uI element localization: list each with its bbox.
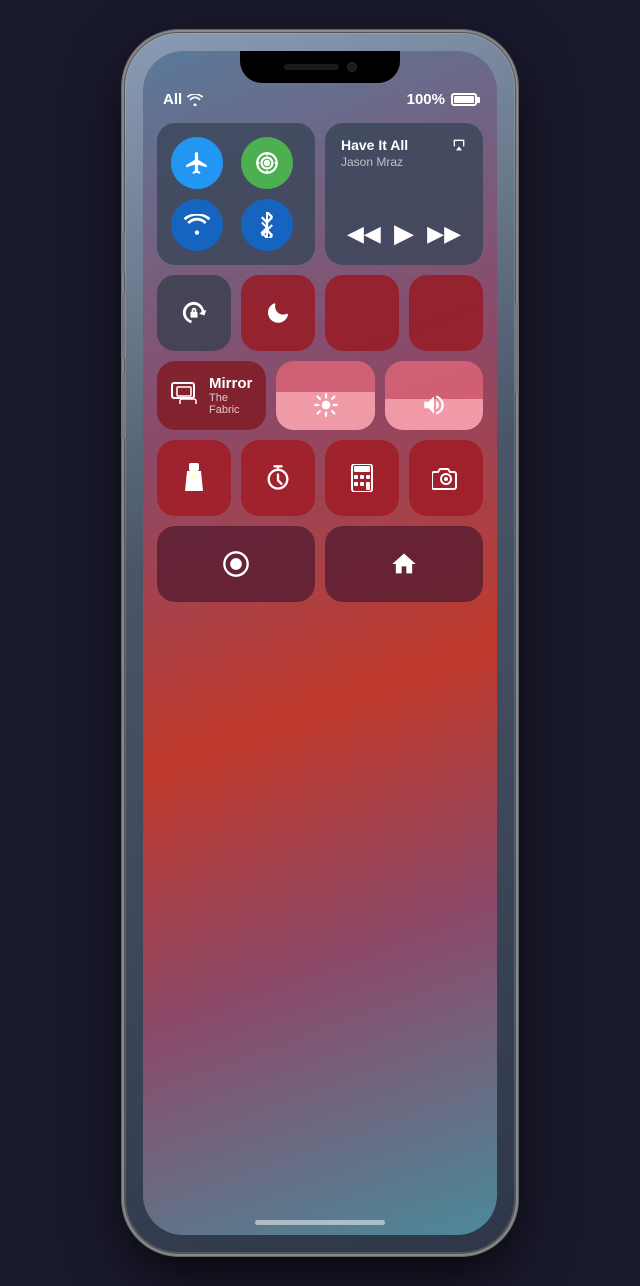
- notch: [240, 51, 400, 83]
- brightness-slider-tile[interactable]: [325, 275, 399, 351]
- bottom-row: [157, 526, 483, 602]
- calculator-icon: [350, 464, 374, 492]
- mirror-text: Mirror The Fabric: [209, 375, 252, 416]
- volume-up-button[interactable]: [121, 293, 125, 358]
- phone-screen: All 100%: [143, 51, 497, 1235]
- status-bar: All 100%: [163, 91, 477, 108]
- brightness-icon: [313, 392, 339, 418]
- music-tile: Have It All Jason Mraz ◀◀ ▶: [325, 123, 483, 265]
- do-not-disturb-tile[interactable]: [241, 275, 315, 351]
- calculator-tile[interactable]: [325, 440, 399, 516]
- prev-button[interactable]: ◀◀: [341, 219, 387, 249]
- music-artist: Jason Mraz: [341, 155, 408, 169]
- cc-grid: Have It All Jason Mraz ◀◀ ▶: [157, 123, 483, 602]
- connectivity-tile: [157, 123, 315, 265]
- play-button[interactable]: ▶: [388, 216, 420, 251]
- front-camera: [347, 62, 357, 72]
- timer-icon: [264, 464, 292, 492]
- mute-button[interactable]: [121, 233, 125, 273]
- phone-frame: All 100%: [125, 33, 515, 1253]
- volume-tile[interactable]: [385, 361, 483, 430]
- home-kit-tile[interactable]: [325, 526, 483, 602]
- battery-fill: [454, 96, 474, 103]
- moon-icon: [266, 301, 290, 325]
- mirror-sublabel: The Fabric: [209, 392, 252, 416]
- battery-percent-label: 100%: [407, 91, 445, 108]
- flashlight-tile[interactable]: [157, 440, 231, 516]
- brightness-tile[interactable]: [276, 361, 374, 430]
- bluetooth-button[interactable]: [241, 199, 293, 251]
- small-tiles-row: [157, 275, 483, 351]
- home-icon: [390, 550, 418, 578]
- airplane-mode-button[interactable]: [171, 137, 223, 189]
- speaker: [284, 64, 339, 70]
- next-button[interactable]: ▶▶: [421, 219, 467, 249]
- carrier-label: All: [163, 91, 182, 108]
- volume-slider-tile[interactable]: [409, 275, 483, 351]
- control-center: Have It All Jason Mraz ◀◀ ▶: [157, 123, 483, 1185]
- power-button[interactable]: [515, 303, 519, 393]
- camera-icon: [432, 466, 460, 490]
- row3: Mirror The Fabric: [157, 361, 483, 430]
- tools-row: [157, 440, 483, 516]
- flashlight-icon: [183, 463, 205, 493]
- mirror-icon: [171, 382, 199, 410]
- cellular-button[interactable]: [241, 137, 293, 189]
- timer-tile[interactable]: [241, 440, 315, 516]
- screen-mirror-tile[interactable]: Mirror The Fabric: [157, 361, 266, 430]
- rotation-lock-tile[interactable]: [157, 275, 231, 351]
- rotation-lock-icon: [180, 299, 208, 327]
- music-controls: ◀◀ ▶ ▶▶: [341, 216, 467, 251]
- music-title: Have It All: [341, 137, 408, 153]
- music-top: Have It All Jason Mraz: [341, 137, 467, 169]
- volume-icon: [421, 392, 447, 418]
- mirror-label: Mirror: [209, 375, 252, 392]
- record-icon: [222, 550, 250, 578]
- wifi-status-icon: [187, 94, 203, 106]
- status-left: All: [163, 91, 203, 108]
- airplay-icon[interactable]: [451, 137, 467, 156]
- camera-tile[interactable]: [409, 440, 483, 516]
- screen-record-tile[interactable]: [157, 526, 315, 602]
- battery-icon: [451, 93, 477, 106]
- status-right: 100%: [407, 91, 477, 108]
- home-indicator[interactable]: [255, 1220, 385, 1225]
- volume-down-button[interactable]: [121, 373, 125, 438]
- wifi-button[interactable]: [171, 199, 223, 251]
- music-info: Have It All Jason Mraz: [341, 137, 408, 169]
